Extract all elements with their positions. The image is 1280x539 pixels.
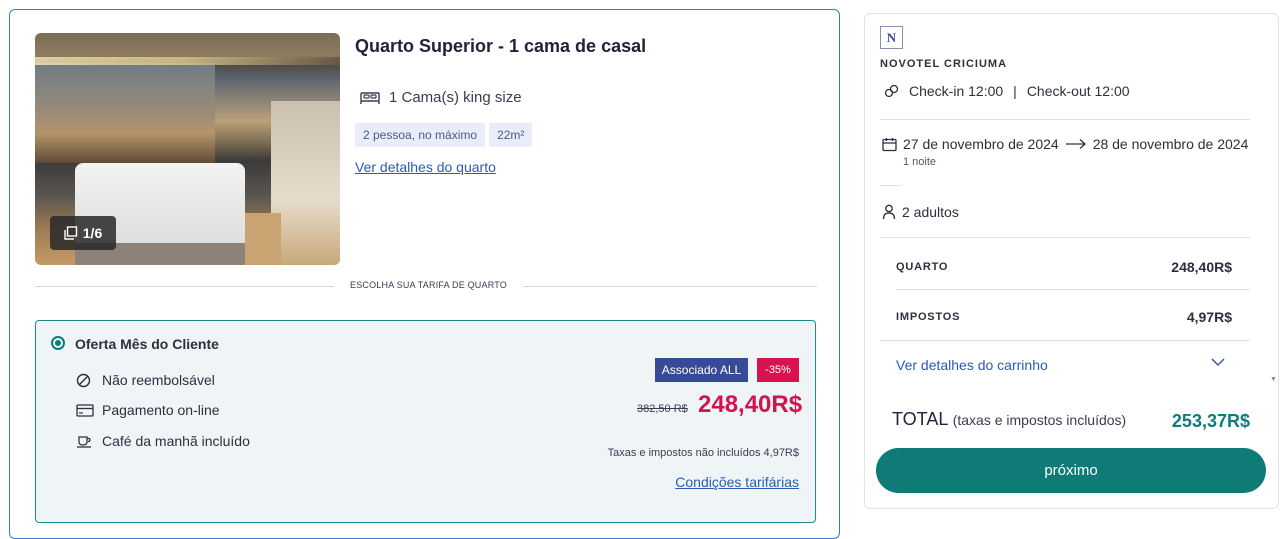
- gallery-icon: [64, 226, 78, 240]
- feature-refund: Não reembolsável: [76, 372, 215, 388]
- rate-offer-card[interactable]: Oferta Mês do Cliente Não reembolsável P…: [35, 320, 816, 523]
- summary-divider: [880, 340, 1250, 341]
- photo-light-strip: [35, 57, 340, 65]
- hotel-logo: N: [880, 26, 903, 49]
- total-label: TOTAL (taxas e impostos incluídos): [892, 409, 1126, 430]
- date-from: 27 de novembro de 2024: [903, 136, 1059, 152]
- total-label-text: TOTAL: [892, 409, 948, 429]
- photo-gallery-counter[interactable]: 1/6: [50, 216, 116, 250]
- check-separator: |: [1013, 83, 1017, 99]
- summary-divider: [896, 289, 1250, 290]
- total-note: (taxas e impostos incluídos): [952, 412, 1127, 428]
- next-button[interactable]: próximo: [876, 448, 1266, 493]
- size-chip: 22m²: [489, 123, 533, 147]
- photo-counter-text: 1/6: [82, 225, 103, 241]
- bed-icon: [359, 90, 381, 106]
- total-value: 253,37R$: [1171, 411, 1250, 431]
- key-icon: [884, 84, 899, 99]
- hotel-name: NOVOTEL CRICIUMA: [880, 58, 1008, 70]
- room-title: Quarto Superior - 1 cama de casal: [355, 36, 647, 56]
- room-details-link[interactable]: Ver detalhes do quarto: [355, 159, 496, 175]
- date-to: 28 de novembro de 2024: [1092, 136, 1249, 152]
- offer-radio[interactable]: [51, 336, 65, 350]
- stay-dates: 27 de novembro de 2024 28 de novembro de…: [882, 136, 1248, 152]
- checkin-checkout: Check-in 12:00 | Check-out 12:00: [884, 83, 1130, 99]
- summary-divider: [880, 119, 1250, 120]
- feature-breakfast-text: Café da manhã incluído: [102, 433, 250, 449]
- capacity-chip: 2 pessoa, no máximo: [355, 123, 486, 147]
- calendar-icon: [882, 137, 897, 152]
- rate-section-label: ESCOLHA SUA TARIFA DE QUARTO: [334, 280, 523, 290]
- feature-payment-text: Pagamento on-line: [102, 402, 220, 418]
- rate-conditions-link[interactable]: Condições tarifárias: [675, 474, 799, 490]
- photo-door: [271, 101, 340, 265]
- feature-refund-text: Não reembolsável: [102, 372, 215, 388]
- prohibited-icon: [76, 373, 92, 388]
- check-in-time: Check-in 12:00: [909, 83, 1004, 99]
- feature-breakfast: Café da manhã incluído: [76, 433, 250, 449]
- cart-details-link[interactable]: Ver detalhes do carrinho: [896, 357, 1048, 373]
- member-badge: Associado ALL: [655, 358, 748, 382]
- summary-short-divider: [880, 185, 902, 186]
- chevron-down-icon[interactable]: [1210, 357, 1226, 367]
- discount-badge: -35%: [757, 358, 799, 382]
- room-chips: 2 pessoa, no máximo 22m²: [355, 123, 533, 147]
- room-card: 1/6 Quarto Superior - 1 cama de casal 1 …: [9, 9, 840, 539]
- bed-text: 1 Cama(s) king size: [389, 89, 522, 106]
- guest-count: 2 adultos: [882, 204, 959, 220]
- photo-wall-mural: [35, 63, 215, 163]
- check-out-time: Check-out 12:00: [1026, 83, 1130, 99]
- offer-title: Oferta Mês do Cliente: [75, 336, 219, 352]
- room-cost-label: QUARTO: [896, 261, 949, 273]
- arrow-right-icon: [1065, 138, 1087, 150]
- scroll-down-icon[interactable]: ▼: [1270, 376, 1277, 383]
- booking-summary: N NOVOTEL CRICIUMA Check-in 12:00 | Chec…: [864, 13, 1279, 509]
- tax-value: 4,97R$: [1186, 309, 1232, 325]
- summary-divider: [880, 237, 1250, 238]
- room-photo[interactable]: 1/6: [35, 33, 340, 265]
- tax-label: IMPOSTOS: [896, 311, 961, 323]
- bed-info: 1 Cama(s) king size: [359, 89, 522, 106]
- feature-payment: Pagamento on-line: [76, 402, 220, 418]
- coffee-cup-icon: [76, 435, 92, 448]
- room-cost-value: 248,40R$: [1171, 259, 1232, 275]
- nights-count: 1 noite: [903, 156, 937, 168]
- offer-price: 248,40R$: [698, 391, 803, 418]
- credit-card-icon: [76, 403, 94, 417]
- guests-text: 2 adultos: [902, 204, 959, 220]
- tax-note: Taxas e impostos não incluídos 4,97R$: [607, 447, 799, 459]
- person-icon: [882, 204, 896, 220]
- old-price: 382,50 R$: [637, 403, 688, 415]
